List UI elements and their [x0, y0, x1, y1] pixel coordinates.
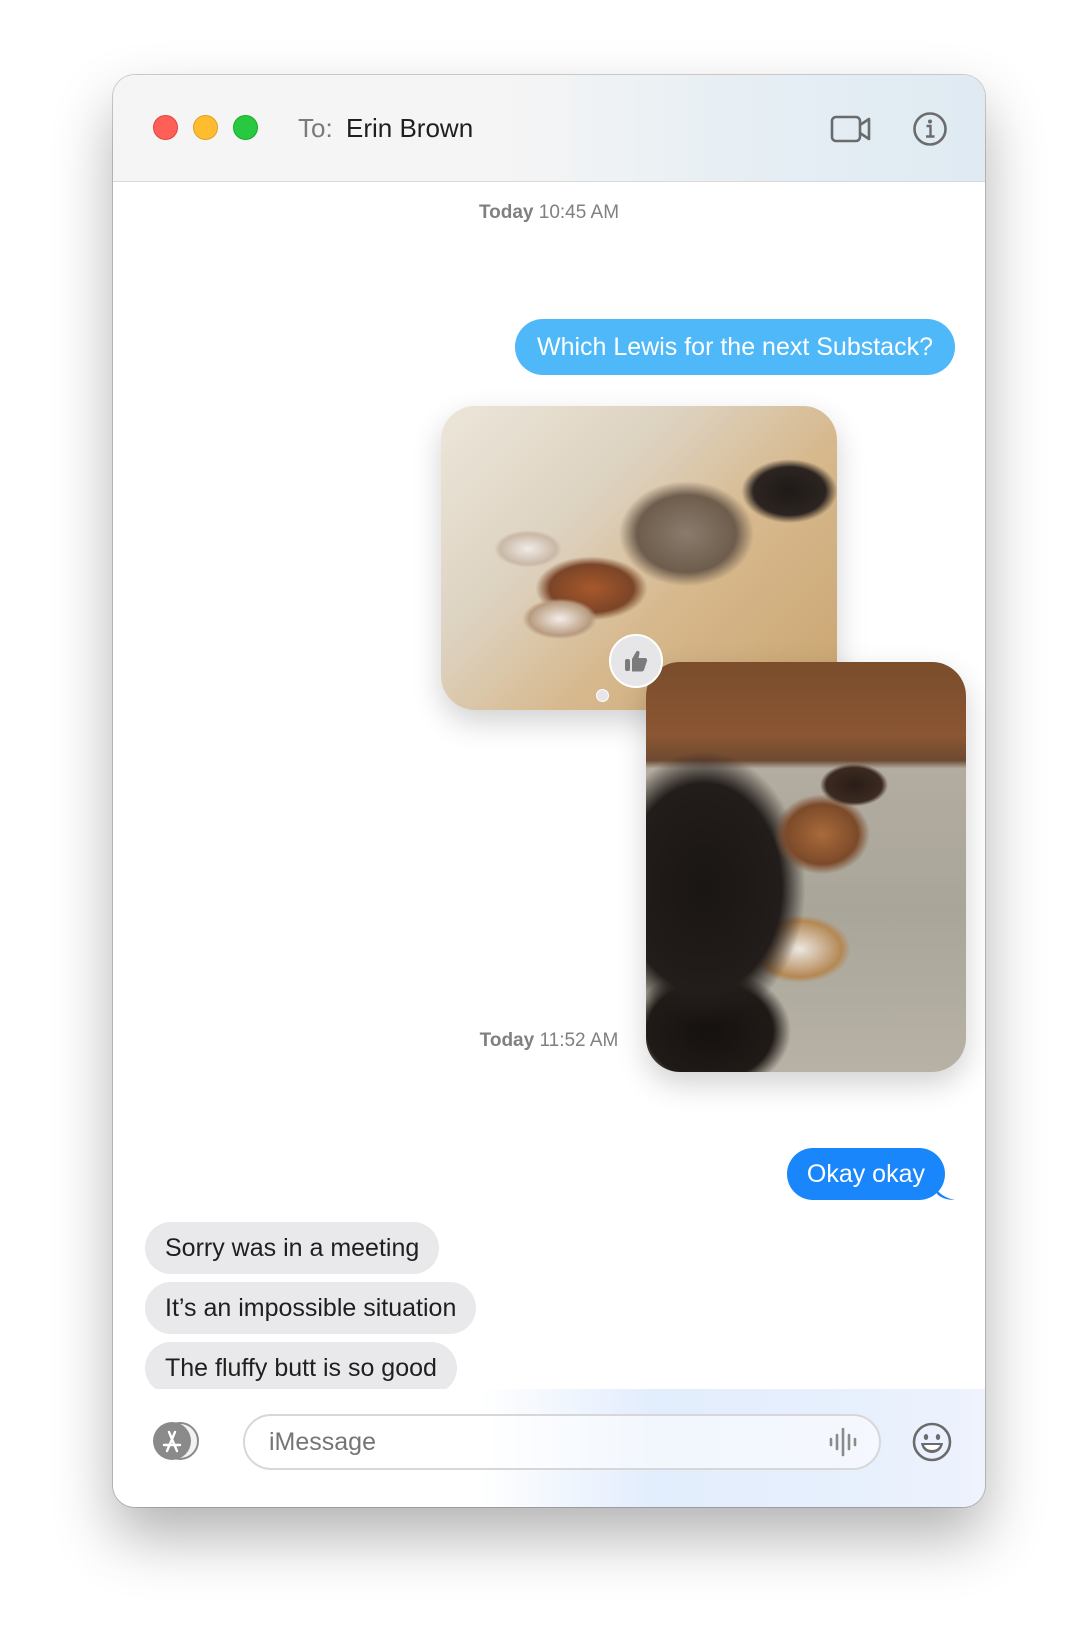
app-store-icon: [153, 1422, 199, 1460]
messages-window: To: Erin Brown Today 10:45 AM Which Lewi…: [113, 75, 985, 1507]
conversation-transcript[interactable]: Today 10:45 AM Which Lewis for the next …: [113, 182, 985, 1454]
maximize-button[interactable]: [233, 115, 258, 140]
compose-bar: [113, 1389, 985, 1507]
sent-message-bubble[interactable]: Okay okay: [786, 1148, 955, 1200]
apps-button[interactable]: [146, 1421, 202, 1461]
imessage-input[interactable]: [243, 1414, 881, 1470]
recipient-name[interactable]: Erin Brown: [346, 113, 473, 144]
message-text: Okay okay: [806, 1160, 925, 1188]
title-bar: To: Erin Brown: [113, 75, 985, 182]
received-message-bubble[interactable]: The fluffy butt is so good: [145, 1342, 457, 1394]
tapback-tail: [596, 689, 609, 702]
timestamp-time: 11:52 AM: [539, 1030, 619, 1051]
message-text: The fluffy butt is so good: [165, 1354, 437, 1382]
timestamp: Today 11:52 AM: [113, 1030, 985, 1052]
timestamp: Today 10:45 AM: [113, 202, 985, 224]
audio-waveform-icon: [829, 1427, 857, 1457]
info-icon: [913, 112, 947, 146]
photo-attachment-dog-looking-up[interactable]: [646, 662, 966, 1072]
timestamp-day: Today: [478, 202, 534, 223]
message-text: It’s an impossible situation: [165, 1294, 457, 1322]
facetime-video-button[interactable]: [829, 109, 873, 149]
minimize-button[interactable]: [193, 115, 218, 140]
tapback-reaction[interactable]: [609, 634, 663, 688]
close-button[interactable]: [153, 115, 178, 140]
timestamp-time: 10:45 AM: [538, 202, 620, 223]
bubble-tail: [933, 1180, 955, 1200]
video-camera-icon: [830, 115, 871, 143]
emoji-button[interactable]: [911, 1421, 953, 1463]
to-label: To:: [298, 113, 333, 143]
thumbs-up-icon: [625, 650, 648, 672]
emoji-icon: [912, 1422, 952, 1462]
received-message-bubble[interactable]: It’s an impossible situation: [145, 1282, 477, 1334]
message-text: Which Lewis for the next Substack?: [536, 333, 933, 361]
message-text: Sorry was in a meeting: [165, 1234, 420, 1262]
timestamp-day: Today: [479, 1030, 535, 1051]
info-button[interactable]: [908, 109, 952, 149]
sent-message-bubble[interactable]: Which Lewis for the next Substack?: [514, 319, 955, 375]
audio-message-button[interactable]: [825, 1426, 861, 1458]
received-message-bubble[interactable]: Sorry was in a meeting: [145, 1222, 440, 1274]
